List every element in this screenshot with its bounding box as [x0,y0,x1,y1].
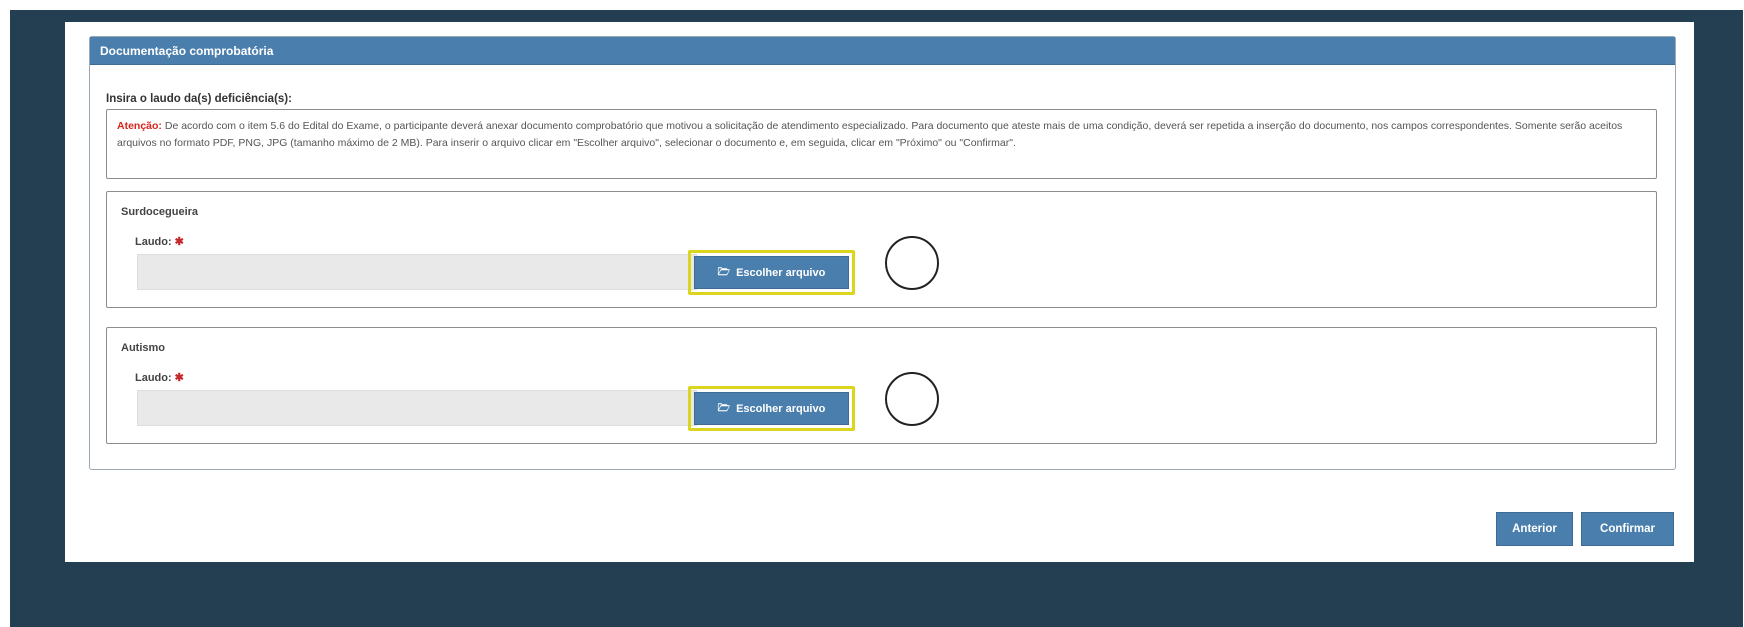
section-surdocegueira: Surdocegueira Laudo: ✱ 🗁 Escolher arquivo [106,191,1657,308]
choose-file-highlight: 🗁 Escolher arquivo [688,386,855,431]
folder-open-icon: 🗁 [717,266,731,278]
laudo-label: Laudo: ✱ [135,235,184,248]
section-title: Surdocegueira [121,206,199,218]
section-autismo: Autismo Laudo: ✱ 🗁 Escolher arquivo [106,327,1657,444]
required-icon: ✱ [174,372,184,384]
choose-file-label: Escolher arquivo [736,266,826,279]
file-name-field[interactable] [137,390,697,426]
loading-circle-icon [885,236,939,290]
panel-title: Documentação comprobatória [90,37,1675,65]
choose-file-button[interactable]: 🗁 Escolher arquivo [694,392,849,425]
choose-file-highlight: 🗁 Escolher arquivo [688,250,855,295]
choose-file-button[interactable]: 🗁 Escolher arquivo [694,256,849,289]
file-name-field[interactable] [137,254,697,290]
previous-button[interactable]: Anterior [1496,512,1573,546]
folder-open-icon: 🗁 [717,402,731,414]
choose-file-label: Escolher arquivo [736,402,826,415]
upload-instruction: Insira o laudo da(s) deficiência(s): [106,93,292,105]
section-title: Autismo [121,342,165,354]
loading-circle-icon [885,372,939,426]
required-icon: ✱ [174,236,184,248]
confirm-button[interactable]: Confirmar [1581,512,1674,546]
laudo-label-text: Laudo: [135,372,172,384]
laudo-label: Laudo: ✱ [135,371,184,384]
documentation-panel: Documentação comprobatória Insira o laud… [89,36,1676,470]
attention-text: De acordo com o item 5.6 do Edital do Ex… [117,120,1623,149]
attention-label: Atenção: [117,120,162,132]
laudo-label-text: Laudo: [135,236,172,248]
attention-notice: Atenção: De acordo com o item 5.6 do Edi… [106,109,1657,179]
